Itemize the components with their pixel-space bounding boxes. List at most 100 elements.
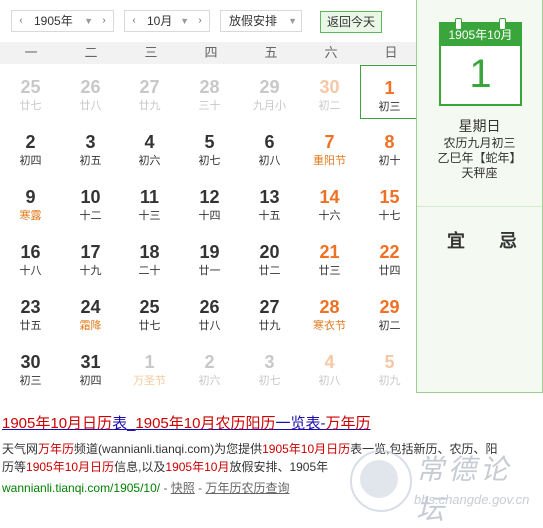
text-fragment: 放假安排、1905年 (229, 460, 329, 474)
lunar-label: 初二 (318, 100, 341, 112)
calendar-day-cell[interactable]: 17 十九 (61, 230, 120, 284)
calendar-day-cell[interactable]: 7 重阳节 (300, 120, 359, 174)
year-select[interactable]: ‹ 1905年 ▼ › (11, 10, 114, 32)
date-card: 1905年10月 1 (439, 18, 522, 106)
day-number: 17 (80, 242, 101, 262)
calendar-day-cell[interactable]: 3 初五 (61, 120, 120, 174)
calendar-day-cell[interactable]: 5 初九 (360, 340, 419, 394)
day-number: 18 (139, 242, 160, 262)
calendar-day-cell[interactable]: 11 十三 (120, 175, 179, 229)
calendar-day-cell[interactable]: 25 廿七 (1, 65, 60, 119)
calendar-day-cell[interactable]: 9 寒露 (1, 175, 60, 229)
day-number: 29 (379, 297, 400, 317)
calendar-day-cell[interactable]: 29 初二 (360, 285, 419, 339)
calendar-day-cell[interactable]: 18 二十 (120, 230, 179, 284)
calendar-day-cell[interactable]: 30 初二 (300, 65, 359, 119)
calendar-day-cell[interactable]: 19 廿一 (180, 230, 239, 284)
calendar-day-cell[interactable]: 3 初七 (240, 340, 299, 394)
lunar-label: 九月小 (253, 100, 286, 112)
calendar-day-cell[interactable]: 15 十七 (360, 175, 419, 229)
calendar-day-cell[interactable]: 24 霜降 (61, 285, 120, 339)
lunar-label: 初八 (318, 375, 341, 387)
month-select[interactable]: ‹ 10月 ▼ › (124, 10, 210, 32)
separator: - (160, 481, 171, 495)
binder-ring-icon (499, 18, 506, 30)
next-month-icon[interactable]: › (192, 11, 208, 31)
day-number: 10 (80, 187, 101, 207)
weekday-label: 六 (324, 45, 338, 60)
calendar-day-cell[interactable]: 2 初四 (1, 120, 60, 174)
snapshot-link[interactable]: 快照 (171, 481, 195, 495)
calendar-day-cell[interactable]: 31 初四 (61, 340, 120, 394)
back-to-today-button[interactable]: 返回今天 (320, 11, 382, 33)
day-ganzhi: 乙巳年【蛇年】 (437, 151, 522, 165)
calendar-day-cell[interactable]: 23 廿五 (1, 285, 60, 339)
holiday-value: 放假安排 (229, 14, 278, 28)
calendar-day-cell[interactable]: 27 廿九 (240, 285, 299, 339)
calendar-day-cell[interactable]: 26 廿八 (180, 285, 239, 339)
day-number: 3 (264, 352, 275, 372)
calendar-day-cell[interactable]: 25 廿七 (120, 285, 179, 339)
highlighted-keyword: 1905年10月日历 (262, 442, 351, 456)
lunar-label: 廿三 (318, 265, 341, 277)
calendar-day-cell[interactable]: 10 十二 (61, 175, 120, 229)
calendar-day-cell[interactable]: 28 寒衣节 (300, 285, 359, 339)
chevron-down-icon: ▼ (84, 16, 93, 26)
day-number: 2 (204, 352, 215, 372)
weekday-label: 日 (384, 45, 398, 60)
lunar-label: 廿七 (138, 320, 161, 332)
prev-month-icon[interactable]: ‹ (126, 11, 142, 31)
lunar-label: 初三 (378, 101, 401, 113)
calendar-day-cell[interactable]: 12 十四 (180, 175, 239, 229)
lunar-label: 初七 (258, 375, 281, 387)
lunar-label: 初九 (378, 375, 401, 387)
lunar-label: 寒衣节 (313, 320, 346, 332)
result-url-line: wannianli.tianqi.com/1905/10/ - 快照 - 万年历… (2, 480, 289, 496)
calendar-day-cell[interactable]: 16 十八 (1, 230, 60, 284)
calendar-day-cell[interactable]: 30 初三 (1, 340, 60, 394)
holiday-select[interactable]: 放假安排 ▼ (220, 10, 302, 32)
calendar-day-cell[interactable]: 21 廿三 (300, 230, 359, 284)
day-number: 19 (199, 242, 220, 262)
day-number: 22 (379, 242, 400, 262)
calendar-day-cell[interactable]: 20 廿二 (240, 230, 299, 284)
calendar-day-cell[interactable]: 4 初八 (300, 340, 359, 394)
calendar-day-cell[interactable]: 28 三十 (180, 65, 239, 119)
lunar-label: 廿九 (258, 320, 281, 332)
calendar-day-cell[interactable]: 27 廿九 (120, 65, 179, 119)
watermark-url: bbs.changde.gov.cn (414, 492, 530, 507)
calendar-day-cell[interactable]: 5 初七 (180, 120, 239, 174)
calendar-day-cell[interactable]: 8 初十 (360, 120, 419, 174)
text-fragment: 一览表- (275, 415, 326, 432)
day-number: 21 (319, 242, 340, 262)
prev-year-icon[interactable]: ‹ (13, 11, 29, 31)
day-number: 6 (264, 132, 275, 152)
calendar-day-cell[interactable]: 14 十六 (300, 175, 359, 229)
lunar-label: 初十 (378, 155, 401, 167)
calendar-day-cell[interactable]: 1 万圣节 (120, 340, 179, 394)
day-number: 31 (80, 352, 101, 372)
forum-watermark: 常德论坛 bbs.changde.gov.cn (350, 448, 540, 526)
ji-label: 忌 (499, 231, 517, 251)
calendar-day-cell[interactable]: 6 初八 (240, 120, 299, 174)
calendar-day-cell[interactable]: 22 廿四 (360, 230, 419, 284)
calendar-day-cell[interactable]: 26 廿八 (61, 65, 120, 119)
calendar-day-cell[interactable]: 1 初三 (360, 65, 419, 119)
highlighted-keyword: 万年历 (38, 442, 75, 456)
lunar-label: 初二 (378, 320, 401, 332)
day-number: 30 (319, 77, 340, 97)
lunar-label: 十五 (258, 210, 281, 222)
related-query-link[interactable]: 万年历农历查询 (205, 481, 289, 495)
result-title-link[interactable]: 1905年10月日历表_1905年10月农历阳历一览表-万年历 (2, 414, 371, 434)
next-year-icon[interactable]: › (96, 11, 112, 31)
watermark-seal-icon (350, 450, 412, 512)
calendar-day-cell[interactable]: 29 九月小 (240, 65, 299, 119)
calendar-day-cell[interactable]: 4 初六 (120, 120, 179, 174)
highlighted-keyword: 农历阳历 (215, 415, 276, 432)
day-number: 4 (324, 352, 335, 372)
lunar-label: 廿八 (198, 320, 221, 332)
lunar-label: 廿五 (19, 320, 42, 332)
calendar-day-cell[interactable]: 2 初六 (180, 340, 239, 394)
calendar-day-cell[interactable]: 13 十五 (240, 175, 299, 229)
weekday-label: 二 (84, 45, 98, 60)
